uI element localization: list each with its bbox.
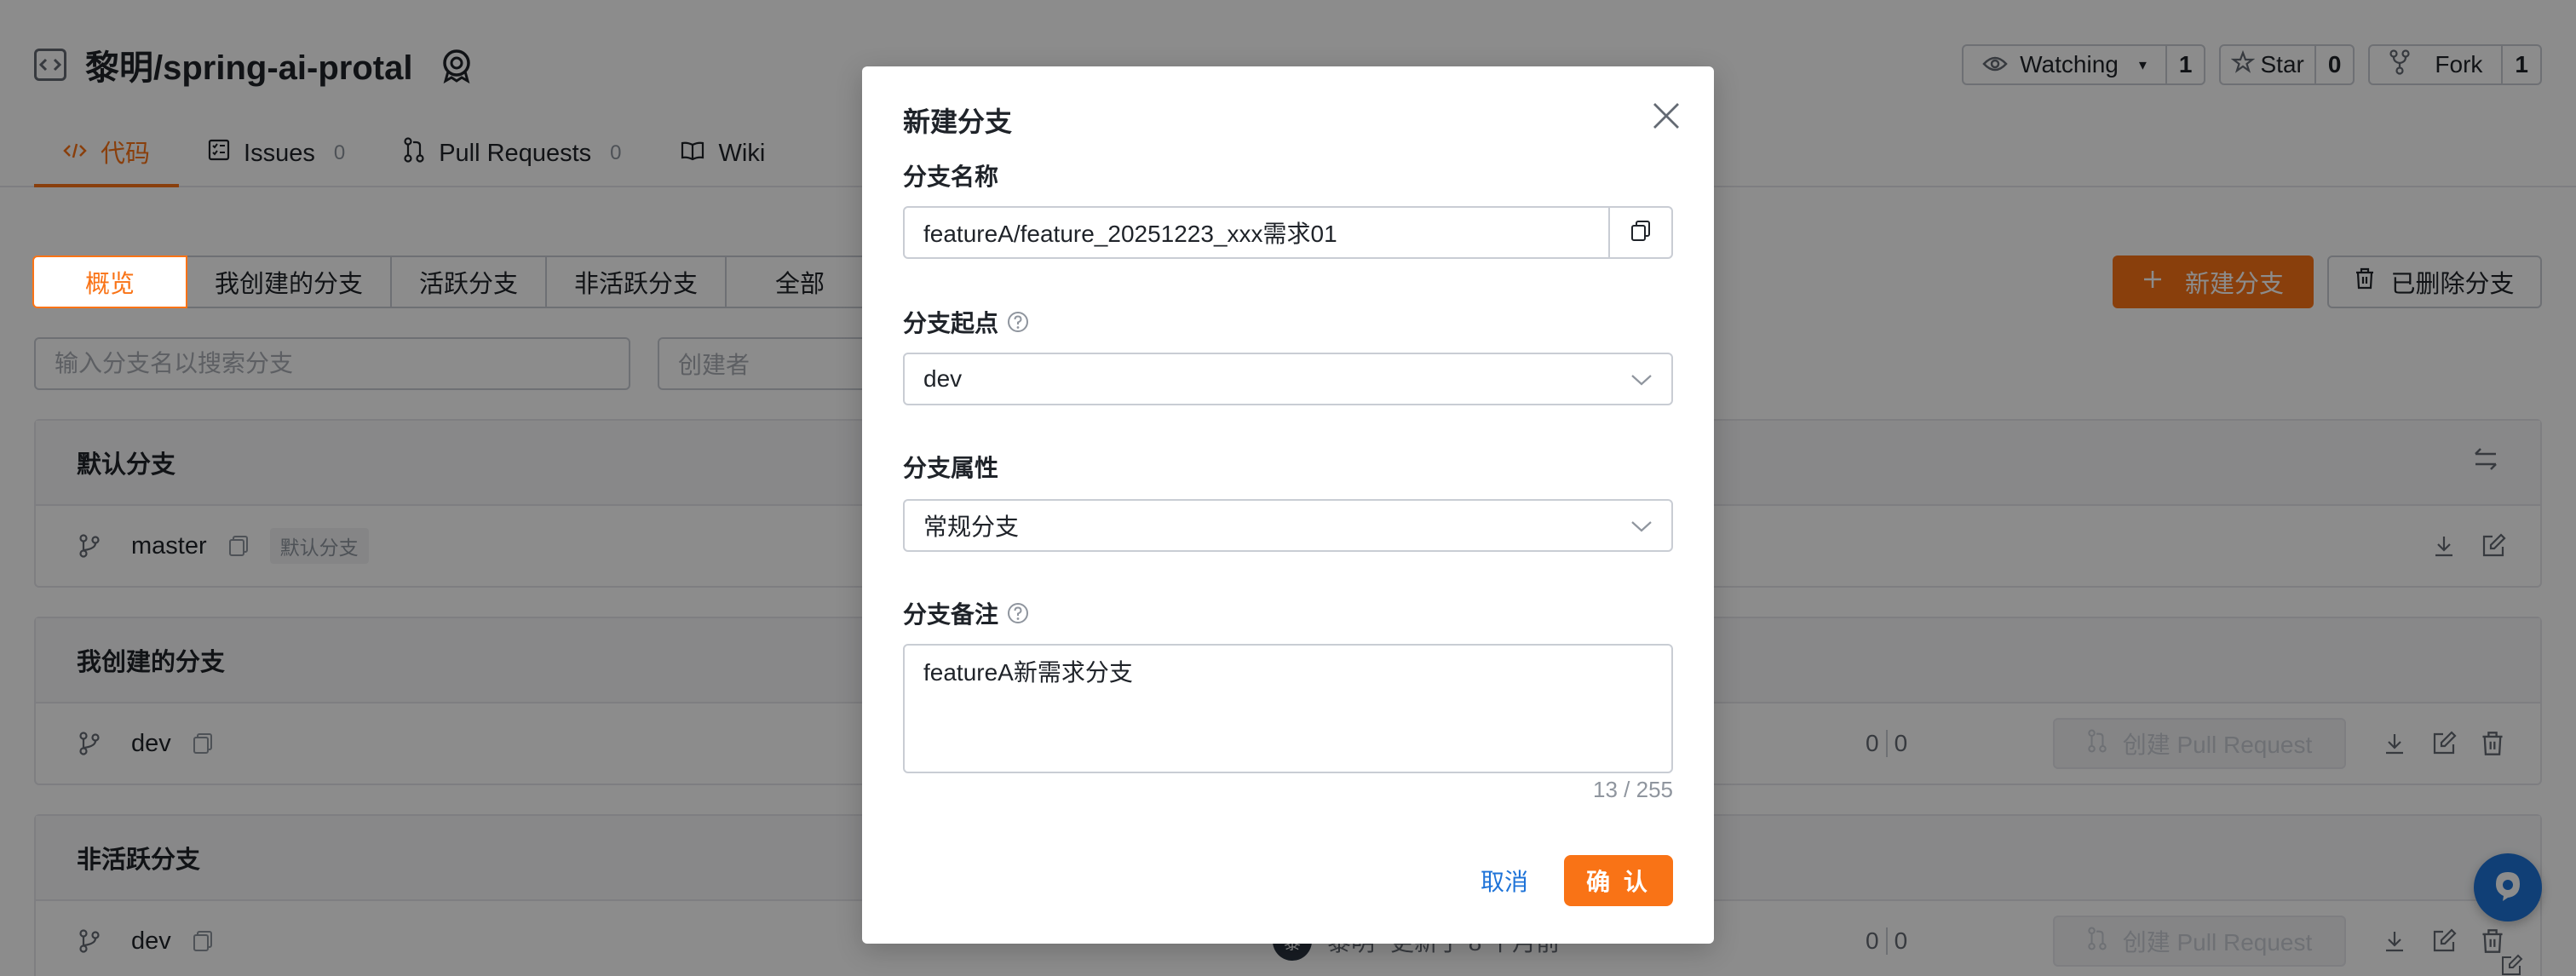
copy-icon [1630,220,1652,246]
branch-origin-label: 分支起点 [903,305,1029,339]
cancel-button[interactable]: 取消 [1458,855,1550,906]
filter-overview[interactable]: 概览 [32,255,187,308]
close-icon[interactable] [1646,95,1687,136]
dialog-title: 新建分支 [903,106,1013,137]
help-circle-icon[interactable] [1007,602,1029,624]
branch-origin-value: dev [923,365,963,392]
confirm-button[interactable]: 确 认 [1564,855,1673,906]
branch-type-label-text: 分支属性 [903,455,999,481]
branch-note-label: 分支备注 [903,596,1029,630]
branch-type-value: 常规分支 [923,514,1020,540]
chevron-down-icon [1630,512,1653,539]
branch-type-select[interactable]: 常规分支 [903,499,1673,552]
branch-origin-label-text: 分支起点 [903,310,999,336]
branch-origin-select[interactable]: dev [903,353,1673,405]
branch-note-label-text: 分支备注 [903,601,999,628]
branch-name-field [903,206,1673,259]
note-char-counter: 13 / 255 [1593,777,1673,802]
help-circle-icon[interactable] [1007,311,1029,333]
branch-name-label: 分支名称 [903,158,998,192]
new-branch-dialog: 新建分支 分支名称 分支起点 dev 分支属性 常规分支 分支备注 [862,66,1714,944]
chevron-down-icon [1630,365,1653,393]
branch-name-label-text: 分支名称 [903,164,999,190]
branch-type-label: 分支属性 [903,450,998,484]
copy-button[interactable] [1608,208,1671,257]
branch-note-textarea[interactable]: featureA新需求分支 [903,644,1673,773]
branch-name-input[interactable] [905,208,1608,257]
